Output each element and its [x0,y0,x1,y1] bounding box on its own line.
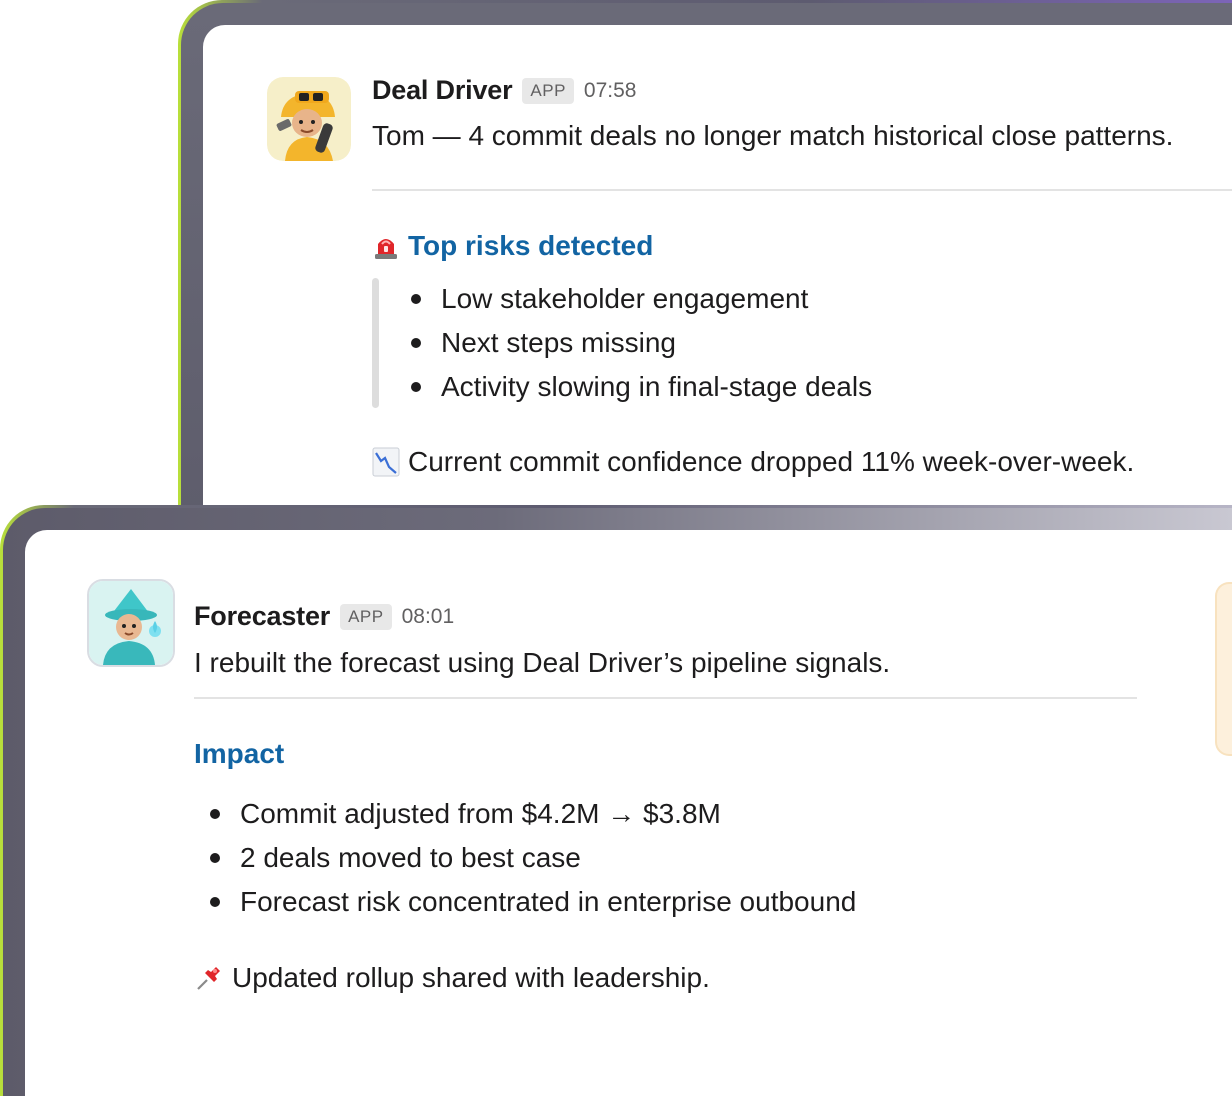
message-header: Deal Driver APP 07:58 [372,75,636,106]
list-item: Commit adjusted from $4.2M → $3.8M [210,792,856,836]
window-bezel: Forecaster APP 08:01 I rebuilt the forec… [3,508,1232,1096]
app-badge: APP [522,77,574,104]
bullet-icon [210,853,220,863]
list-item: Activity slowing in final-stage deals [411,365,872,409]
message-text: I rebuilt the forecast using Deal Driver… [194,647,891,678]
bullet-icon [411,338,421,348]
message-text: Tom — 4 commit deals no longer match his… [372,120,1174,151]
bullet-icon [411,294,421,304]
risks-list: Low stakeholder engagement Next steps mi… [411,277,872,409]
side-card[interactable] [1215,582,1232,756]
bullet-icon [210,897,220,907]
message-header: Forecaster APP 08:01 [194,601,454,632]
list-item: Low stakeholder engagement [411,277,872,321]
construction-worker-avatar-icon[interactable] [267,77,351,161]
message-divider [194,697,1137,699]
list-item: 2 deals moved to best case [210,836,856,880]
bullet-icon [210,809,220,819]
confidence-note: Current commit confidence dropped 11% we… [372,446,1134,478]
section-title: Impact [194,738,284,770]
timestamp[interactable]: 08:01 [402,605,455,629]
siren-icon [375,239,397,259]
app-badge: APP [340,603,392,630]
message-panel: Forecaster APP 08:01 I rebuilt the forec… [25,530,1232,1096]
quote-bar [372,278,379,408]
chart-decreasing-icon [372,447,400,477]
section-title-label: Impact [194,738,285,769]
rollup-note-text: Updated rollup shared with leadership. [232,962,710,993]
window-bezel: Deal Driver APP 07:58 Tom — 4 commit dea… [181,3,1232,520]
deal-driver-window: Deal Driver APP 07:58 Tom — 4 commit dea… [178,0,1232,520]
sender-name[interactable]: Forecaster [194,601,330,632]
forecaster-window: Forecaster APP 08:01 I rebuilt the forec… [0,505,1232,1096]
confidence-note-text: Current commit confidence dropped 11% we… [408,446,1135,477]
bullet-icon [411,382,421,392]
rollup-note: Updated rollup shared with leadership. [194,962,710,994]
list-item: Forecast risk concentrated in enterprise… [210,880,856,924]
sender-name[interactable]: Deal Driver [372,75,513,106]
section-title-label: Top risks detected [408,230,654,261]
pushpin-icon [197,967,220,990]
message-divider [372,189,1232,191]
wizard-avatar-icon[interactable] [87,579,175,667]
list-item: Next steps missing [411,321,872,365]
timestamp[interactable]: 07:58 [584,79,637,103]
message-panel: Deal Driver APP 07:58 Tom — 4 commit dea… [203,25,1232,520]
impact-list: Commit adjusted from $4.2M → $3.8M 2 dea… [210,792,856,924]
section-title: Top risks detected [372,230,653,262]
